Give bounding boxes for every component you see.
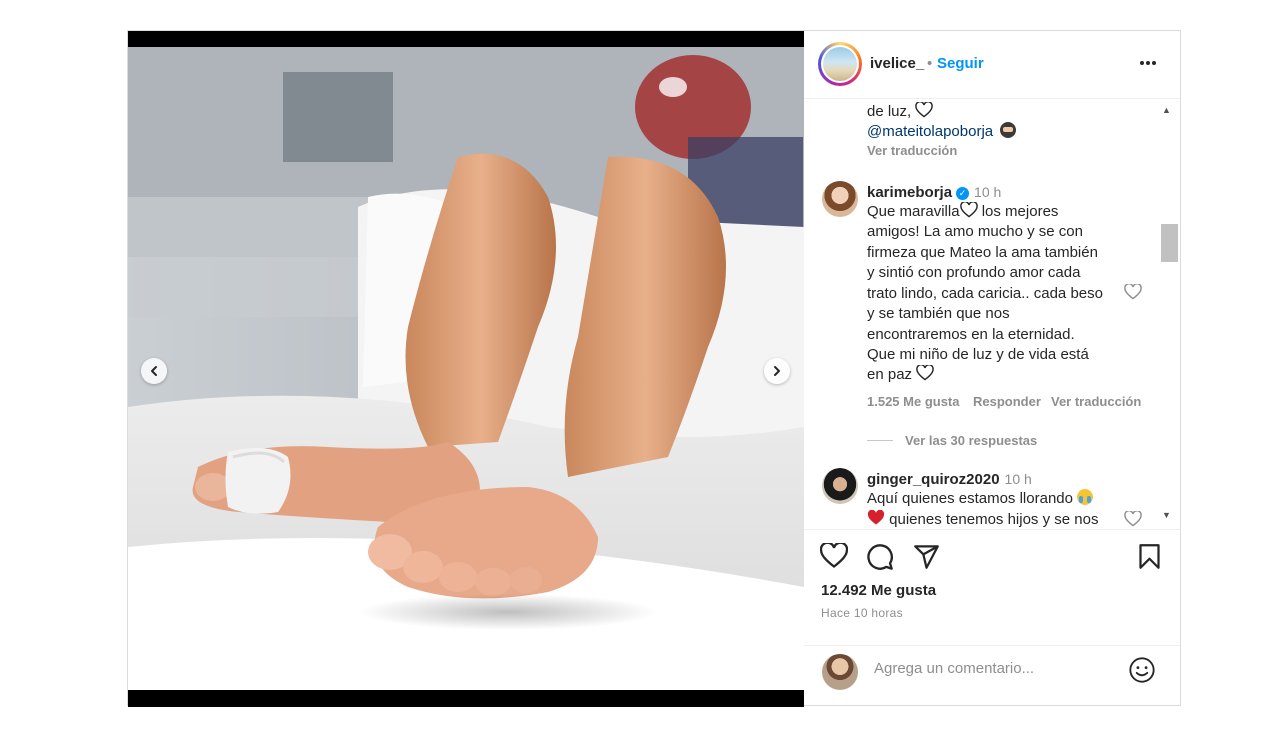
see-translation-link[interactable]: Ver traducción [1051, 394, 1141, 409]
heart-emoji-icon [959, 201, 978, 218]
carousel-dot [523, 683, 529, 689]
carousel-dot [433, 683, 439, 689]
post-timestamp: Hace 10 horas [821, 606, 903, 620]
comment-input[interactable] [872, 659, 1106, 678]
share-paper-plane-icon[interactable] [913, 543, 940, 570]
emoji-picker-icon[interactable] [1128, 656, 1156, 684]
comment-partial-line1: de luz, [867, 101, 934, 123]
carousel-dot [363, 683, 369, 689]
comment-body-line: y se también que nos [867, 305, 1010, 322]
chevron-right-icon [774, 366, 780, 376]
comment-body-line: en paz [867, 364, 934, 386]
carousel-dot [473, 683, 479, 689]
carousel-dot [563, 683, 569, 689]
post-photo[interactable] [128, 47, 804, 690]
save-bookmark-icon[interactable] [1137, 543, 1162, 570]
scroll-up-arrow[interactable]: ▲ [1162, 105, 1171, 115]
red-heart-emoji-icon [867, 509, 885, 525]
carousel-dot [503, 683, 509, 689]
author-avatar[interactable] [818, 42, 862, 86]
carousel-dot [443, 683, 449, 689]
carousel-dot [393, 683, 399, 689]
see-translation-link[interactable]: Ver traducción [867, 143, 957, 158]
carousel-prev-button[interactable] [141, 358, 167, 384]
comment-body-line: y sintió con profundo amor cada [867, 264, 1081, 281]
reply-button[interactable]: Responder [973, 394, 1041, 409]
replies-divider [867, 440, 893, 441]
ninja-emoji-icon [1000, 122, 1017, 138]
comment-body-line: Que mi niño de luz y de vida está [867, 346, 1089, 363]
comment-body-line: amigos! La amo mucho y se con [867, 223, 1083, 240]
comment-body-line: trato lindo, cada caricia.. cada beso [867, 285, 1103, 302]
commenter-username[interactable]: karimeborja [867, 184, 952, 201]
commenter-avatar[interactable] [822, 181, 858, 217]
post-actions: 12.492 Me gusta Hace 10 horas [804, 529, 1180, 706]
mention-link[interactable]: @mateitolapoborja [867, 123, 993, 140]
heart-emoji-icon [916, 364, 934, 381]
like-comment-heart-icon[interactable] [1124, 284, 1142, 300]
author-username[interactable]: ivelice_ [870, 55, 924, 72]
carousel-dot [493, 683, 499, 689]
carousel-dot [463, 683, 469, 689]
likes-count[interactable]: 12.492 Me gusta [821, 582, 936, 599]
comment-time: 10 h [974, 184, 1002, 200]
verified-badge-icon: ✓ [956, 187, 970, 200]
commenter-avatar[interactable] [822, 468, 858, 504]
comment-bubble-icon[interactable] [866, 543, 894, 571]
author-avatar-image [823, 47, 857, 81]
carousel-dot [543, 683, 549, 689]
comment-body-line: Que maravilla los mejores [867, 201, 1059, 220]
carousel-dot [373, 683, 379, 689]
heart-emoji-icon [915, 101, 934, 118]
comment-body-line: firmeza que Mateo la ama también [867, 244, 1098, 261]
comment-body-line: Aquí quienes estamos llorando [867, 489, 1094, 510]
more-options-button[interactable] [1138, 53, 1158, 78]
carousel-dot [483, 683, 489, 689]
carousel-dot [453, 683, 459, 689]
carousel-dot [423, 683, 429, 689]
commenter-username[interactable]: ginger_quiroz2020 [867, 471, 1000, 488]
carousel-dot [533, 683, 539, 689]
like-heart-icon[interactable] [820, 543, 848, 569]
comment-header: ginger_quiroz2020 10 h [867, 469, 1032, 491]
view-replies-button[interactable]: Ver las 30 respuestas [867, 433, 1037, 448]
post-side-panel: ivelice_ • Seguir ▲ ▼ de luz, @mateitola… [804, 31, 1180, 705]
carousel-dot [413, 683, 419, 689]
follow-button[interactable]: Seguir [937, 55, 984, 72]
header-separator: • [927, 55, 933, 72]
comment-body-line: encontraremos en la eternidad. [867, 326, 1075, 343]
like-comment-heart-icon[interactable] [1124, 511, 1142, 527]
comment-time: 10 h [1004, 471, 1032, 487]
carousel-dot [383, 683, 389, 689]
chevron-left-icon [151, 366, 157, 376]
comment-likes[interactable]: 1.525 Me gusta [867, 394, 960, 409]
comment-partial-mention-line: @mateitolapoborja [867, 122, 1017, 143]
crying-face-emoji-icon [1077, 489, 1094, 505]
scrollbar-thumb[interactable] [1161, 224, 1178, 262]
carousel-indicator [128, 683, 804, 689]
scroll-down-arrow[interactable]: ▼ [1162, 510, 1171, 520]
current-user-avatar [822, 654, 858, 690]
carousel-next-button[interactable] [764, 358, 790, 384]
carousel-dot [553, 683, 559, 689]
more-horizontal-icon [1140, 61, 1156, 65]
add-comment-bar [804, 645, 1180, 706]
comments-list[interactable]: ▲ ▼ de luz, @mateitolapoborja Ver traduc… [804, 99, 1180, 529]
carousel-dot [513, 683, 519, 689]
post-header: ivelice_ • Seguir [804, 31, 1180, 99]
instagram-post: ivelice_ • Seguir ▲ ▼ de luz, @mateitola… [127, 30, 1181, 707]
comment-body-line: quienes tenemos hijos y se nos [867, 509, 1098, 529]
carousel-dot [403, 683, 409, 689]
post-media [128, 31, 804, 707]
comment-header: karimeborja ✓ 10 h [867, 182, 1001, 204]
